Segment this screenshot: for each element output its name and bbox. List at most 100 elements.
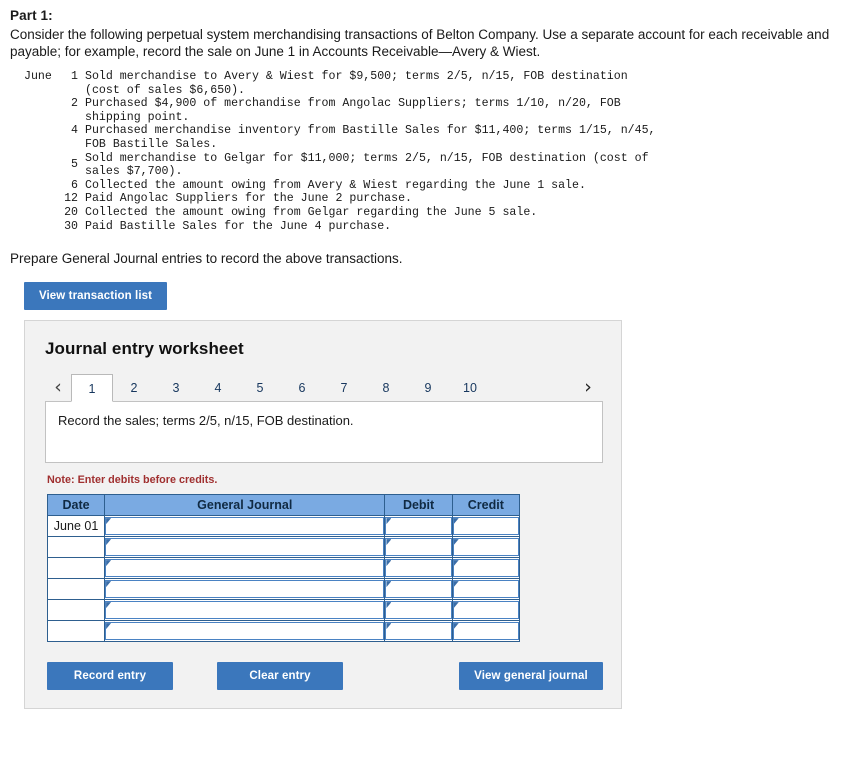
worksheet-tab-7[interactable]: 7 [323, 373, 365, 401]
table-row [46, 557, 521, 580]
journal-debit-cell[interactable] [384, 515, 453, 538]
journal-debit-cell-input[interactable] [385, 580, 452, 599]
journal-account-cell[interactable] [104, 620, 386, 643]
transaction-description: Collected the amount owing from Avery & … [85, 178, 586, 192]
journal-account-cell-input[interactable] [105, 622, 385, 641]
journal-credit-cell-input[interactable] [452, 517, 519, 536]
transaction-row: 2 Purchased $4,900 of merchandise from An… [10, 97, 660, 124]
journal-entry-table: Date General Journal Debit Credit June 0… [46, 494, 521, 643]
journal-credit-cell[interactable] [451, 578, 521, 601]
journal-credit-cell-input[interactable] [452, 622, 519, 641]
journal-date-cell[interactable] [46, 620, 106, 643]
clear-entry-button[interactable]: Clear entry [217, 662, 343, 691]
journal-credit-cell[interactable] [451, 515, 521, 538]
journal-debit-cell[interactable] [384, 557, 453, 580]
worksheet-title: Journal entry worksheet [45, 339, 244, 359]
journal-credit-cell[interactable] [451, 599, 521, 622]
journal-account-cell-input[interactable] [105, 580, 385, 599]
worksheet-tab-1[interactable]: 1 [71, 374, 113, 403]
worksheet-tab-3[interactable]: 3 [155, 373, 197, 401]
worksheet-tab-6[interactable]: 6 [281, 373, 323, 401]
transaction-day: 4 [71, 124, 78, 138]
journal-date-cell[interactable] [46, 599, 106, 622]
debits-before-credits-note: Note: Enter debits before credits. [47, 474, 218, 487]
prepare-instruction: Prepare General Journal entries to recor… [10, 251, 403, 267]
journal-date-cell[interactable] [46, 536, 106, 559]
view-transaction-list-button[interactable]: View transaction list [24, 282, 167, 311]
journal-credit-cell-input[interactable] [452, 601, 519, 620]
transaction-day: 1 [71, 70, 78, 83]
transaction-description: Paid Angolac Suppliers for the June 2 pu… [85, 192, 412, 206]
column-header-credit: Credit [451, 494, 521, 517]
page-root: Part 1: Consider the following perpetual… [0, 0, 858, 710]
transaction-row: 6 Collected the amount owing from Avery &… [10, 179, 660, 193]
table-header-row: Date General Journal Debit Credit [46, 494, 521, 517]
journal-credit-cell-input[interactable] [452, 580, 519, 599]
page-title: Part 1: [10, 8, 53, 23]
journal-credit-cell-input[interactable] [452, 538, 519, 557]
transaction-description: Sold merchandise to Avery & Wiest for $9… [85, 70, 628, 97]
journal-debit-cell[interactable] [384, 620, 453, 643]
table-row [46, 536, 521, 559]
transaction-description: Purchased merchandise inventory from Bas… [85, 124, 656, 151]
next-tab-arrow-icon[interactable]: › [575, 373, 601, 401]
intro-paragraph: Consider the following perpetual system … [10, 27, 830, 59]
journal-debit-cell-input[interactable] [385, 517, 452, 536]
transaction-month: June [24, 70, 52, 83]
prev-tab-arrow-icon[interactable]: ‹ [45, 373, 71, 401]
table-row [46, 578, 521, 601]
journal-account-cell-input[interactable] [105, 538, 385, 557]
transaction-day: 2 [71, 97, 78, 111]
transaction-day: 30 [64, 219, 78, 233]
journal-debit-cell[interactable] [384, 599, 453, 622]
journal-debit-cell-input[interactable] [385, 622, 452, 641]
journal-debit-cell[interactable] [384, 578, 453, 601]
transaction-description: Purchased $4,900 of merchandise from Ang… [85, 97, 621, 124]
journal-debit-cell-input[interactable] [385, 559, 452, 578]
journal-account-cell[interactable] [104, 536, 386, 559]
journal-account-cell[interactable] [104, 578, 386, 601]
journal-credit-cell[interactable] [451, 620, 521, 643]
journal-debit-cell-input[interactable] [385, 601, 452, 620]
journal-account-cell[interactable] [104, 515, 386, 538]
journal-credit-cell-input[interactable] [452, 559, 519, 578]
transaction-description: Paid Bastille Sales for the June 4 purch… [85, 219, 392, 233]
transaction-day: 12 [64, 192, 78, 206]
worksheet-tab-5[interactable]: 5 [239, 373, 281, 401]
journal-account-cell-input[interactable] [105, 517, 385, 536]
journal-date-cell[interactable] [46, 578, 106, 601]
column-header-debit: Debit [384, 494, 453, 517]
transaction-list: June 1 Sold merchandise to Avery & Wiest f… [10, 70, 660, 233]
worksheet-tab-2[interactable]: 2 [113, 373, 155, 401]
transaction-day: 20 [64, 205, 78, 219]
table-row [46, 599, 521, 622]
entry-description-text: Record the sales; terms 2/5, n/15, FOB d… [58, 413, 354, 429]
worksheet-tab-10[interactable]: 10 [449, 373, 491, 401]
journal-debit-cell-input[interactable] [385, 538, 452, 557]
journal-debit-cell[interactable] [384, 536, 453, 559]
view-general-journal-button[interactable]: View general journal [459, 662, 603, 691]
journal-account-cell-input[interactable] [105, 601, 385, 620]
record-entry-button[interactable]: Record entry [47, 662, 173, 691]
worksheet-tab-4[interactable]: 4 [197, 373, 239, 401]
journal-credit-cell[interactable] [451, 536, 521, 559]
table-row: June 01 [46, 515, 521, 538]
transaction-day: 5 [71, 158, 78, 172]
journal-date-cell[interactable] [46, 557, 106, 580]
transaction-row: 12 Paid Angolac Suppliers for the June 2 … [10, 192, 660, 206]
journal-account-cell[interactable] [104, 557, 386, 580]
worksheet-footer-buttons: Record entry Clear entry View general jo… [47, 662, 603, 691]
worksheet-tab-9[interactable]: 9 [407, 373, 449, 401]
column-header-general-journal: General Journal [104, 494, 386, 517]
journal-credit-cell[interactable] [451, 557, 521, 580]
column-header-date: Date [46, 494, 106, 517]
transaction-description: Sold merchandise to Gelgar for $11,000; … [85, 151, 649, 179]
worksheet-tabs: ‹ 1 2 3 4 5 6 7 8 9 10 › [45, 371, 603, 403]
transaction-day: 6 [71, 178, 78, 192]
journal-account-cell[interactable] [104, 599, 386, 622]
journal-account-cell-input[interactable] [105, 559, 385, 578]
transaction-description: Collected the amount owing from Gelgar r… [85, 205, 538, 219]
journal-date-cell[interactable]: June 01 [46, 515, 106, 538]
worksheet-tab-8[interactable]: 8 [365, 373, 407, 401]
transaction-row: 5 Sold merchandise to Gelgar for $11,000;… [10, 152, 660, 179]
